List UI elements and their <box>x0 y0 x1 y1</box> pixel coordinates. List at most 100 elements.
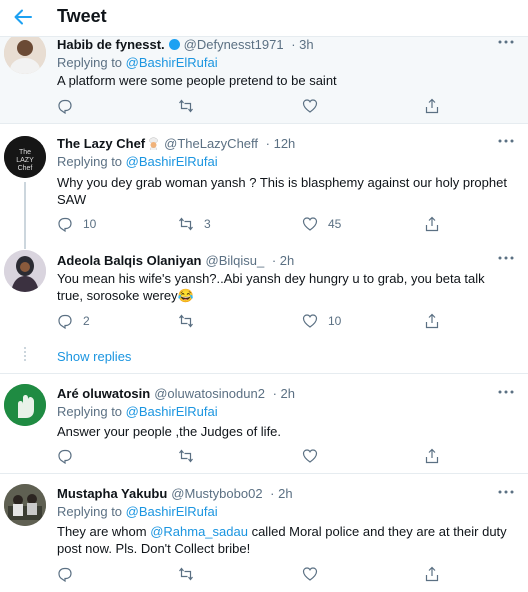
tweet-text: Why you dey grab woman yansh ? This is b… <box>57 175 507 207</box>
share-button[interactable] <box>424 447 440 465</box>
author-handle[interactable]: @Mustybobo02 <box>171 486 262 501</box>
author-name[interactable]: Habib de fynesst. <box>57 37 165 52</box>
retweet-icon <box>179 567 193 581</box>
avatar[interactable]: The LAZY Chef <box>4 136 46 178</box>
svg-text:Chef: Chef <box>18 165 33 172</box>
like-button[interactable]: 45 <box>302 215 341 233</box>
tweet-text: Answer your people ,the Judges of life. <box>57 424 282 439</box>
retweet-icon <box>179 314 193 328</box>
heart-icon <box>302 99 318 113</box>
author-handle[interactable]: @oluwatosinodun2 <box>154 386 265 401</box>
mention-link[interactable]: @BashirElRufai <box>126 504 218 519</box>
show-replies-row[interactable]: Show replies <box>0 338 528 374</box>
retweet-icon <box>179 449 193 463</box>
reply-count: 10 <box>83 217 97 231</box>
author-handle[interactable]: @Defynesst1971 <box>184 37 284 52</box>
more-options-icon[interactable] <box>497 253 515 263</box>
tweet-meta: Adeola Balqis Olaniyan @Bilqisu_ · 2h <box>57 253 294 268</box>
more-options-icon[interactable] <box>497 387 515 397</box>
share-icon <box>425 98 439 114</box>
mention-link[interactable]: @BashirElRufai <box>126 154 218 169</box>
retweet-icon <box>179 217 193 231</box>
share-icon <box>425 566 439 582</box>
avatar[interactable] <box>4 32 46 74</box>
reply-tweet[interactable]: Adeola Balqis Olaniyan @Bilqisu_ · 2h You… <box>0 242 528 338</box>
avatar[interactable] <box>4 384 46 426</box>
like-button[interactable] <box>302 565 328 583</box>
share-button[interactable] <box>424 312 440 330</box>
author-handle[interactable]: @Bilqisu_ <box>206 253 265 268</box>
page-title: Tweet <box>57 6 107 26</box>
retweet-count: 3 <box>204 217 211 231</box>
retweet-button[interactable] <box>178 312 204 330</box>
replying-to: Replying to @BashirElRufai <box>57 404 218 419</box>
like-count: 10 <box>328 314 342 328</box>
heart-icon <box>302 567 318 581</box>
author-name[interactable]: Adeola Balqis Olaniyan <box>57 253 202 268</box>
reply-icon <box>58 314 72 329</box>
author-name[interactable]: Mustapha Yakubu <box>57 486 167 501</box>
more-options-icon[interactable] <box>497 487 515 497</box>
reply-button[interactable]: 10 <box>57 215 96 233</box>
top-bar: Tweet <box>0 0 528 37</box>
reply-count: 2 <box>83 314 90 328</box>
retweet-button[interactable] <box>178 97 204 115</box>
mention-link[interactable]: @BashirElRufai <box>126 404 218 419</box>
tweet-text-before: They are whom <box>57 524 151 539</box>
thread-dots <box>24 347 26 363</box>
mention-link[interactable]: @Rahma_sadau <box>150 524 248 539</box>
reply-button[interactable] <box>57 565 83 583</box>
tweet-time[interactable]: · 2h <box>270 486 292 501</box>
like-button[interactable] <box>302 447 328 465</box>
reply-button[interactable]: 2 <box>57 312 90 330</box>
tweet-meta: Aré oluwatosin @oluwatosinodun2 · 2h <box>57 386 295 401</box>
share-button[interactable] <box>424 97 440 115</box>
retweet-icon <box>179 99 193 113</box>
like-button[interactable]: 10 <box>302 312 341 330</box>
mention-link[interactable]: @BashirElRufai <box>126 55 218 70</box>
tweet-actions <box>57 97 457 115</box>
retweet-button[interactable] <box>178 447 204 465</box>
show-replies-link[interactable]: Show replies <box>57 349 131 364</box>
tweet-meta: Mustapha Yakubu @Mustybobo02 · 2h <box>57 486 293 501</box>
avatar[interactable] <box>4 484 46 526</box>
share-button[interactable] <box>424 565 440 583</box>
tweet-meta: The Lazy Chef @TheLazyCheff · 12h <box>57 136 295 151</box>
tweet-actions: 2 10 <box>57 312 457 330</box>
heart-icon <box>302 314 318 328</box>
retweet-button[interactable]: 3 <box>178 215 211 233</box>
more-options-icon[interactable] <box>497 136 515 146</box>
thread-line <box>24 242 26 249</box>
reply-icon <box>58 217 72 232</box>
avatar[interactable] <box>4 250 46 292</box>
retweet-button[interactable] <box>178 565 204 583</box>
reply-icon <box>58 99 72 114</box>
reply-tweet[interactable]: The LAZY Chef The Lazy Chef @TheLazyCheff ·… <box>0 124 528 242</box>
tweet-text: They are whom @Rahma_sadau called Moral … <box>57 523 507 557</box>
tweet-time[interactable]: · 2h <box>273 386 295 401</box>
reply-icon <box>58 567 72 582</box>
tweet-time[interactable]: · 3h <box>291 37 313 52</box>
reply-button[interactable] <box>57 447 83 465</box>
back-arrow-icon[interactable] <box>12 6 34 28</box>
replying-to: Replying to @BashirElRufai <box>57 154 218 169</box>
author-name[interactable]: The Lazy Chef <box>57 136 145 151</box>
author-handle[interactable]: @TheLazyCheff <box>164 136 258 151</box>
reply-tweet[interactable]: Aré oluwatosin @oluwatosinodun2 · 2h Repl… <box>0 374 528 474</box>
tweet-text: A platform were some people pretend to b… <box>57 73 337 88</box>
share-button[interactable] <box>424 215 440 233</box>
reply-icon <box>58 449 72 464</box>
thread-line <box>24 182 26 242</box>
reply-tweet[interactable]: Mustapha Yakubu @Mustybobo02 · 2h Replyin… <box>0 474 528 592</box>
tweet-time[interactable]: · 2h <box>272 253 294 268</box>
tweet-time[interactable]: · 12h <box>266 136 296 151</box>
like-button[interactable] <box>302 97 328 115</box>
author-name[interactable]: Aré oluwatosin <box>57 386 150 401</box>
reply-button[interactable] <box>57 97 83 115</box>
svg-text:LAZY: LAZY <box>16 157 34 164</box>
tweet-meta: Habib de fynesst. @Defynesst1971 · 3h <box>57 37 314 52</box>
more-options-icon[interactable] <box>497 37 515 47</box>
tweet-actions: 10 3 45 <box>57 215 457 233</box>
reply-feed: Habib de fynesst. @Defynesst1971 · 3h Rep… <box>0 0 528 592</box>
verified-icon <box>168 39 180 50</box>
